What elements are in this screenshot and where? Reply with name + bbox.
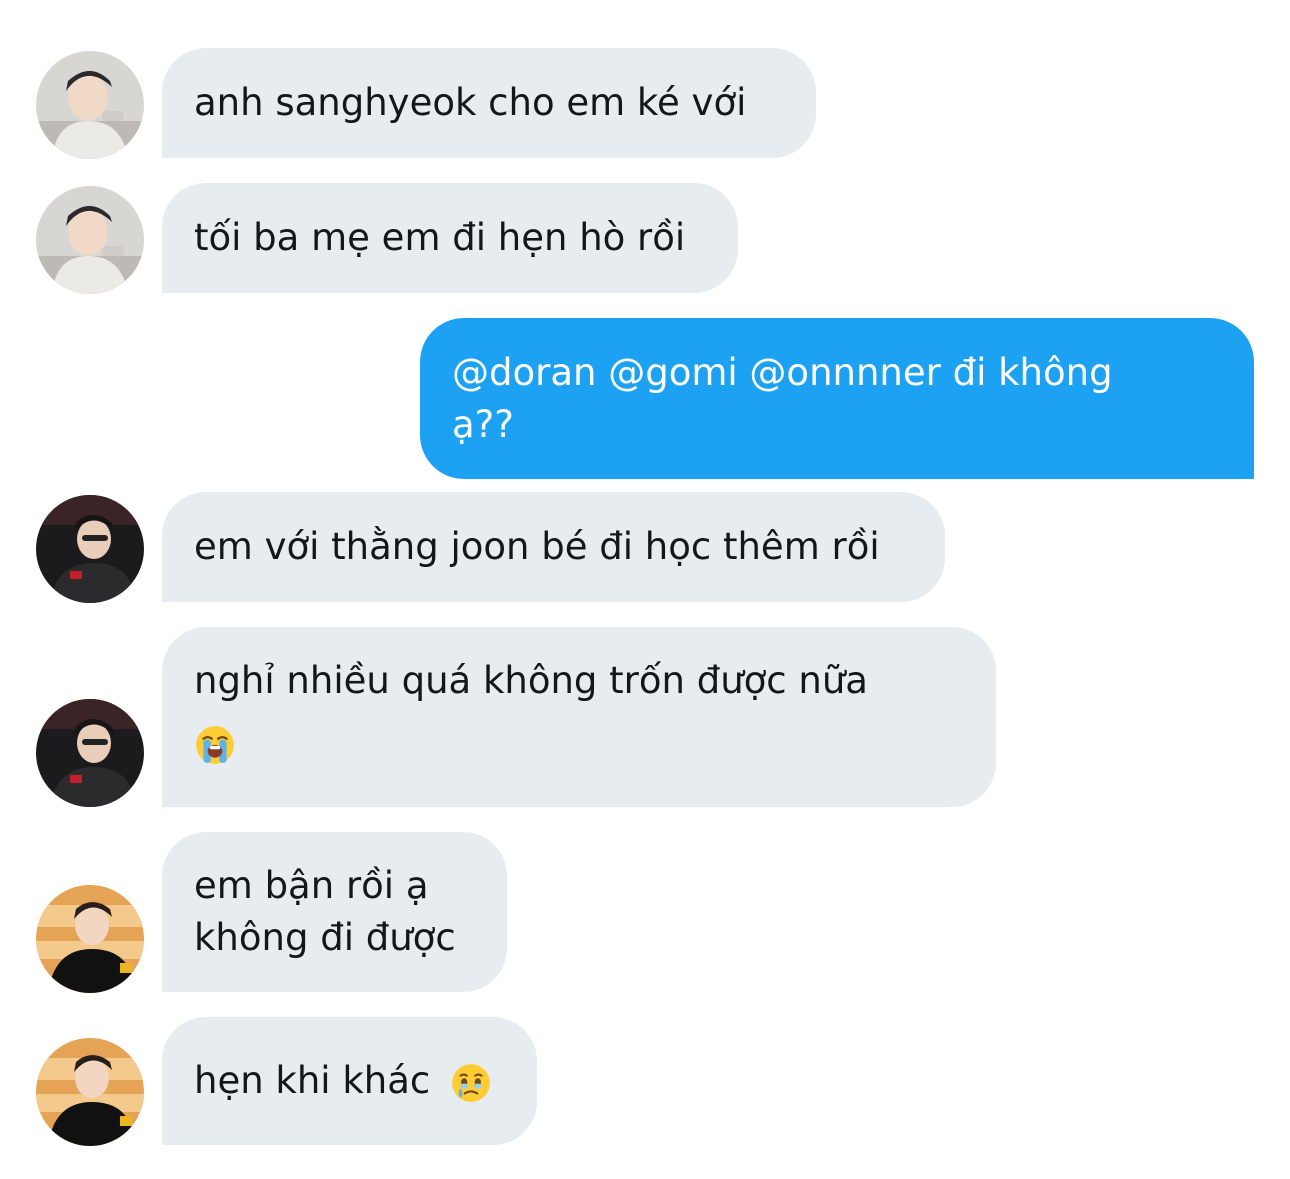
message-text: tối ba mẹ em đi hẹn hò rồi [194,216,686,259]
avatar-sender-1[interactable] [36,51,144,159]
message-bubble-incoming[interactable]: tối ba mẹ em đi hẹn hò rồi [162,183,738,293]
avatar-sender-2[interactable] [36,495,144,603]
avatar-photo-6 [36,1038,144,1146]
message-bubble-incoming[interactable]: anh sanghyeok cho em ké với [162,48,816,158]
avatar-photo-5 [36,885,144,993]
message-bubble-incoming[interactable]: hẹn khi khác [162,1017,537,1145]
message-text: anh sanghyeok cho em ké với [194,81,747,124]
message-bubble-incoming[interactable]: nghỉ nhiều quá không trốn được nữa [162,627,996,807]
message-text: @doran @gomi @onnnner đi không [452,350,1113,394]
avatar-photo-2 [36,186,144,294]
message-bubble-incoming[interactable]: em bận rồi ạ không đi được [162,832,507,992]
avatar-photo-4 [36,699,144,807]
message-text: em với thằng joon bé đi học thêm rồi [194,525,880,568]
message-text: hẹn khi khác [194,1059,431,1102]
avatar-photo-1 [36,51,144,159]
message-bubble-outgoing[interactable]: @doran @gomi @onnnner đi không ạ?? [420,318,1254,479]
avatar-sender-2-repeat[interactable] [36,699,144,807]
avatar-sender-3[interactable] [36,885,144,993]
message-text: nghỉ nhiều quá không trốn được nữa [194,659,868,702]
message-text: không đi được [194,916,456,959]
loudly-crying-face-icon [196,725,234,764]
message-text: em bận rồi ạ [194,864,429,907]
message-bubble-incoming[interactable]: em với thằng joon bé đi học thêm rồi [162,492,945,602]
avatar-sender-1-repeat[interactable] [36,186,144,294]
avatar-sender-3-repeat[interactable] [36,1038,144,1146]
face-holding-back-tears-icon [452,1063,490,1102]
message-text: ạ?? [452,402,514,446]
avatar-photo-3 [36,495,144,603]
